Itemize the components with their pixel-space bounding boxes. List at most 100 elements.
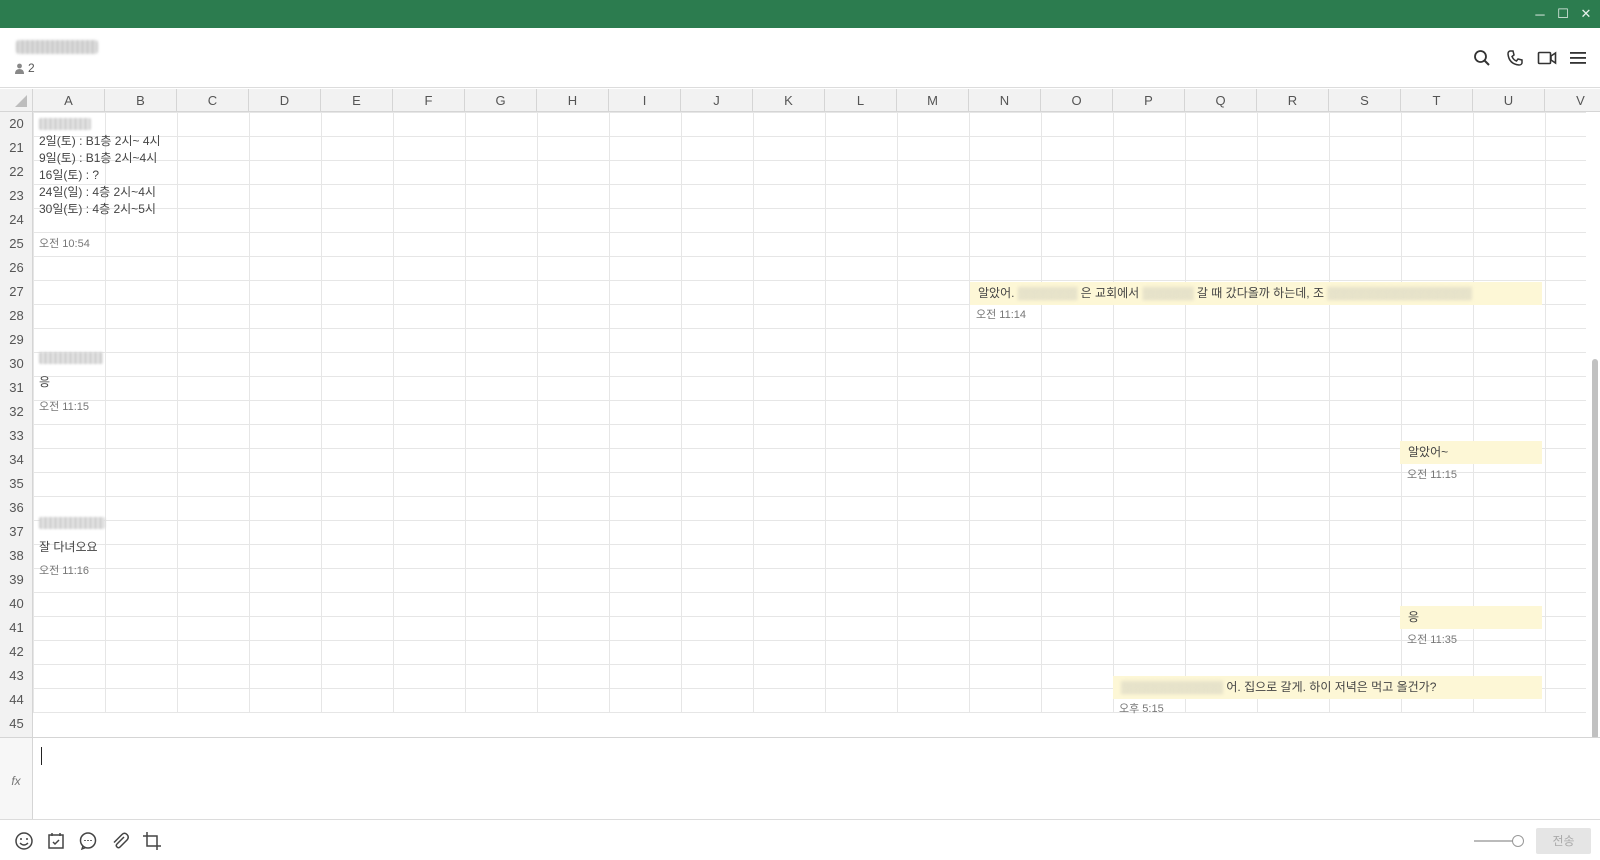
row-header-24[interactable]: 24 bbox=[0, 208, 33, 232]
zoom-slider-handle[interactable] bbox=[1512, 835, 1524, 847]
chat-bubble-icon[interactable] bbox=[76, 829, 100, 853]
message-text: 알았어. bbox=[978, 286, 1015, 300]
column-header-f[interactable]: F bbox=[393, 89, 465, 112]
row-header-33[interactable]: 33 bbox=[0, 424, 33, 448]
redacted-text: ▒▒▒▒▒▒▒▒▒▒▒▒ bbox=[1121, 680, 1224, 694]
row-header-21[interactable]: 21 bbox=[0, 136, 33, 160]
column-header-g[interactable]: G bbox=[465, 89, 537, 112]
message-line: 16일(토) : ? bbox=[39, 168, 100, 182]
row-header-44[interactable]: 44 bbox=[0, 688, 33, 712]
row-header-36[interactable]: 36 bbox=[0, 496, 33, 520]
column-header-j[interactable]: J bbox=[681, 89, 753, 112]
row-header-27[interactable]: 27 bbox=[0, 280, 33, 304]
member-count-value: 2 bbox=[28, 61, 35, 75]
column-header-m[interactable]: M bbox=[897, 89, 969, 112]
maximize-button[interactable]: ☐ bbox=[1551, 0, 1575, 28]
message-text: 알았어~ bbox=[1408, 445, 1449, 459]
row-header-26[interactable]: 26 bbox=[0, 256, 33, 280]
row-header-25[interactable]: 25 bbox=[0, 232, 33, 256]
message-line: 9일(토) : B1층 2시~4시 bbox=[39, 151, 158, 165]
message-time: 오전 11:16 bbox=[39, 565, 90, 577]
crop-icon[interactable] bbox=[140, 829, 164, 853]
row-header-38[interactable]: 38 bbox=[0, 544, 33, 568]
attachment-icon[interactable] bbox=[108, 829, 132, 853]
row-header-45[interactable]: 45 bbox=[0, 712, 33, 736]
column-header-c[interactable]: C bbox=[177, 89, 249, 112]
message-line: 24일(일) : 4층 2시~4시 bbox=[39, 185, 156, 199]
message-time: 오전 10:54 bbox=[39, 238, 90, 250]
person-icon bbox=[15, 63, 24, 74]
emoji-icon[interactable] bbox=[12, 829, 36, 853]
message-text: 잘 다녀오요 bbox=[39, 540, 98, 554]
close-button[interactable]: ✕ bbox=[1574, 0, 1598, 28]
message-time: 오후 5:15 bbox=[1119, 703, 1164, 715]
column-header-p[interactable]: P bbox=[1113, 89, 1185, 112]
message-time: 오전 11:15 bbox=[39, 401, 90, 413]
member-count[interactable]: 2 bbox=[14, 61, 35, 75]
send-button[interactable]: 전송 bbox=[1536, 828, 1591, 854]
column-header-n[interactable]: N bbox=[969, 89, 1041, 112]
redacted-text: ▒▒▒▒▒▒ bbox=[1142, 286, 1194, 300]
corner-triangle-icon bbox=[15, 95, 27, 107]
column-header-t[interactable]: T bbox=[1401, 89, 1473, 112]
row-header-31[interactable]: 31 bbox=[0, 376, 33, 400]
video-icon[interactable] bbox=[1534, 45, 1560, 71]
row-header-32[interactable]: 32 bbox=[0, 400, 33, 424]
message-text: 응 bbox=[39, 375, 51, 389]
column-header-q[interactable]: Q bbox=[1185, 89, 1257, 112]
column-header-a[interactable]: A bbox=[33, 89, 105, 112]
redacted-text: ▒▒▒▒▒▒▒▒▒▒▒▒▒▒▒▒▒ bbox=[1327, 286, 1472, 300]
row-header-40[interactable]: 40 bbox=[0, 592, 33, 616]
row-header-35[interactable]: 35 bbox=[0, 472, 33, 496]
minimize-button[interactable]: ─ bbox=[1528, 0, 1552, 28]
row-header-29[interactable]: 29 bbox=[0, 328, 33, 352]
message-text: 갈 때 갔다올까 하는데, 조 bbox=[1196, 286, 1324, 300]
message-bubble-mine: 응 bbox=[1400, 606, 1542, 629]
message-text: 응 bbox=[1408, 610, 1420, 624]
row-header-41[interactable]: 41 bbox=[0, 616, 33, 640]
row-header-34[interactable]: 34 bbox=[0, 448, 33, 472]
cell-grid[interactable] bbox=[33, 112, 1586, 713]
row-header-43[interactable]: 43 bbox=[0, 664, 33, 688]
message-input[interactable] bbox=[40, 746, 1540, 812]
column-header-v[interactable]: V bbox=[1545, 89, 1600, 112]
menu-icon[interactable] bbox=[1565, 45, 1591, 71]
column-header-l[interactable]: L bbox=[825, 89, 897, 112]
column-header-i[interactable]: I bbox=[609, 89, 681, 112]
message-input-area: fx bbox=[0, 737, 1600, 820]
column-header-o[interactable]: O bbox=[1041, 89, 1113, 112]
sender-name: ▓▓▓▓▓▓ bbox=[39, 517, 105, 529]
column-header-s[interactable]: S bbox=[1329, 89, 1401, 112]
message-line: 30일(토) : 4층 2시~5시 bbox=[39, 202, 156, 216]
window-title-bar: ─ ☐ ✕ bbox=[0, 0, 1600, 28]
row-header-37[interactable]: 37 bbox=[0, 520, 33, 544]
fx-label: fx bbox=[0, 738, 33, 820]
column-header-r[interactable]: R bbox=[1257, 89, 1329, 112]
bottom-toolbar: 전송 bbox=[0, 819, 1600, 860]
message-time: 오전 11:35 bbox=[1407, 634, 1458, 646]
phone-icon[interactable] bbox=[1502, 45, 1528, 71]
message-time: 오전 11:15 bbox=[1407, 469, 1458, 481]
row-header-42[interactable]: 42 bbox=[0, 640, 33, 664]
search-icon[interactable] bbox=[1469, 45, 1495, 71]
column-header-u[interactable]: U bbox=[1473, 89, 1545, 112]
row-header-20[interactable]: 20 bbox=[0, 112, 33, 136]
column-header-b[interactable]: B bbox=[105, 89, 177, 112]
column-header-d[interactable]: D bbox=[249, 89, 321, 112]
row-header-39[interactable]: 39 bbox=[0, 568, 33, 592]
row-header-23[interactable]: 23 bbox=[0, 184, 33, 208]
column-header-k[interactable]: K bbox=[753, 89, 825, 112]
row-header-22[interactable]: 22 bbox=[0, 160, 33, 184]
select-all-corner[interactable] bbox=[0, 89, 33, 112]
row-header-28[interactable]: 28 bbox=[0, 304, 33, 328]
calendar-check-icon[interactable] bbox=[44, 829, 68, 853]
chat-header: ▓▓▓▓▓▓▓▓ 2 bbox=[0, 28, 1600, 88]
vertical-scrollbar[interactable] bbox=[1592, 359, 1598, 737]
column-header-h[interactable]: H bbox=[537, 89, 609, 112]
row-headers: 20 21 22 23 24 25 26 27 28 29 30 31 32 33 34 35 36 37 38 39… bbox=[0, 112, 33, 737]
row-header-30[interactable]: 30 bbox=[0, 352, 33, 376]
column-header-e[interactable]: E bbox=[321, 89, 393, 112]
message-line: 2일(토) : B1층 2시~ 4시 bbox=[39, 134, 161, 148]
sender-name: ▓▓▓▓▓▓ bbox=[39, 118, 91, 130]
sender-name: ▓▓▓▓▓▓ bbox=[39, 352, 103, 364]
